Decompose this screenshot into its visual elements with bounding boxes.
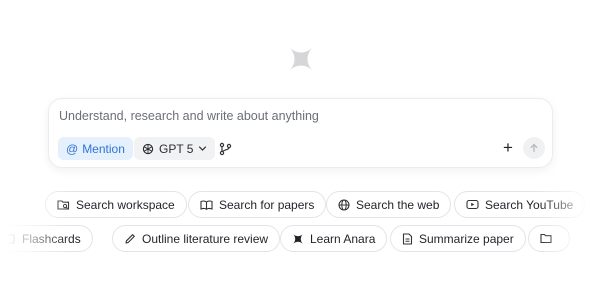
- send-button[interactable]: [523, 137, 545, 159]
- suggestions-row-2: Flashcards Outline literature review Lea…: [0, 225, 600, 253]
- suggestions-row-1: Search workspace Search for papers Searc…: [0, 191, 600, 219]
- book-open-icon: [200, 199, 213, 210]
- arrow-up-icon: [530, 143, 538, 153]
- openai-icon: [142, 143, 154, 154]
- chevron-down-icon: [199, 146, 207, 151]
- chip-label: Summarize paper: [419, 231, 514, 246]
- chat-composer: @ Mention GPT 5 +: [48, 98, 553, 168]
- chip-folder[interactable]: [528, 225, 570, 252]
- youtube-icon: [466, 199, 479, 210]
- at-sign-icon: @: [66, 141, 79, 156]
- chip-label: Learn Anara: [310, 231, 376, 246]
- chip-label: Outline literature review: [142, 231, 269, 246]
- chip-search-papers[interactable]: Search for papers: [188, 191, 327, 218]
- document-icon: [402, 232, 413, 245]
- chip-learn-anara[interactable]: Learn Anara: [280, 225, 388, 252]
- anara-logo-icon: [290, 48, 312, 70]
- chip-search-workspace[interactable]: Search workspace: [45, 191, 187, 218]
- folder-icon: [540, 233, 552, 244]
- chip-search-web[interactable]: Search the web: [326, 191, 452, 218]
- branch-icon[interactable]: [218, 141, 234, 157]
- chip-label: Search YouTube: [485, 197, 574, 212]
- chip-label: Search workspace: [76, 197, 175, 212]
- chip-search-youtube[interactable]: Search YouTube: [454, 191, 586, 218]
- prompt-input[interactable]: [59, 107, 529, 125]
- mention-button[interactable]: @ Mention: [58, 137, 133, 160]
- folder-search-icon: [57, 199, 70, 210]
- pencil-icon: [125, 233, 135, 244]
- chip-summarize-paper[interactable]: Summarize paper: [390, 225, 526, 252]
- model-label: GPT 5: [159, 141, 194, 156]
- flashcards-icon: [4, 233, 15, 244]
- anara-logo-icon: [293, 233, 303, 244]
- chip-label: Flashcards: [22, 231, 81, 246]
- chip-label: Search for papers: [219, 197, 315, 212]
- add-button[interactable]: +: [499, 139, 517, 157]
- model-selector[interactable]: GPT 5: [134, 137, 216, 160]
- globe-icon: [338, 198, 350, 211]
- chip-outline-literature-review[interactable]: Outline literature review: [112, 225, 281, 252]
- chip-flashcards[interactable]: Flashcards: [0, 225, 93, 252]
- chip-label: Search the web: [356, 197, 440, 212]
- mention-label: Mention: [82, 141, 125, 156]
